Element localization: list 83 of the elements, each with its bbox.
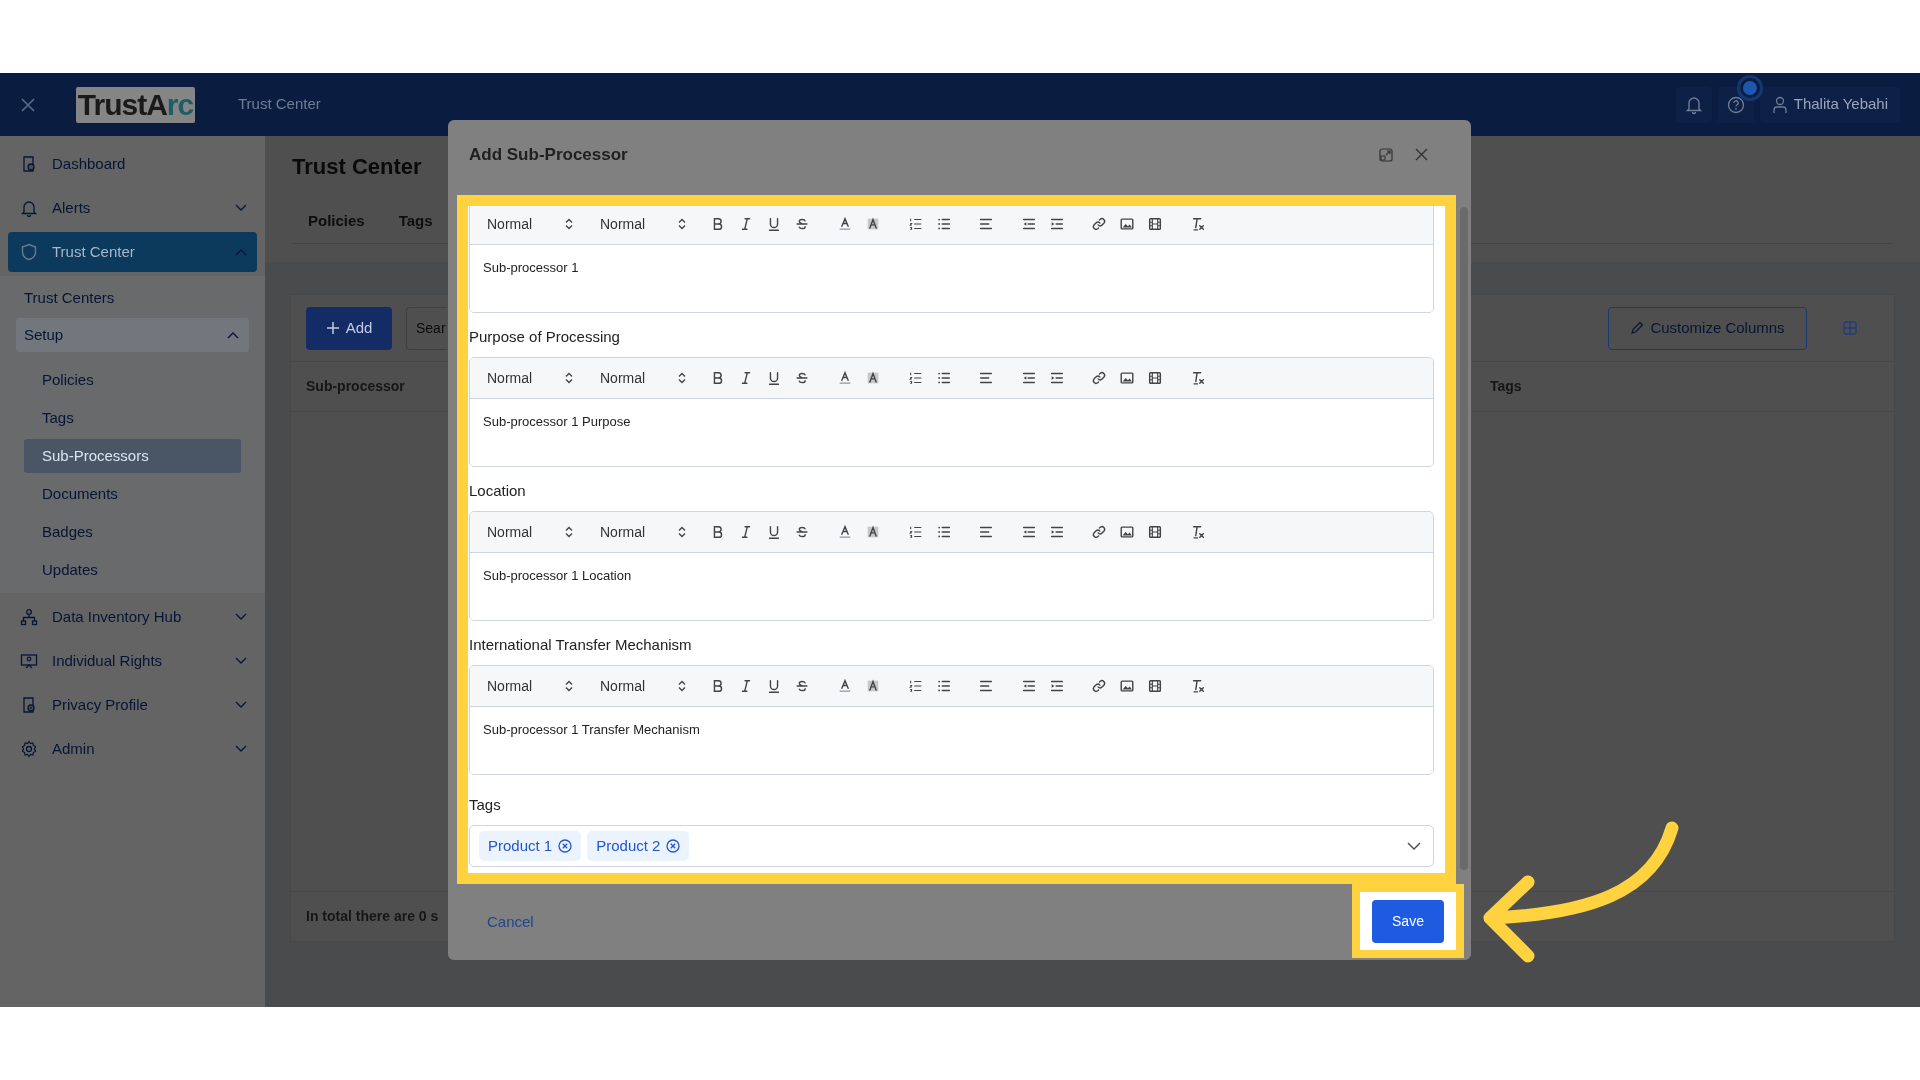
rich-text-editor[interactable]: Normal Normal Sub-processor 1 bbox=[469, 206, 1434, 313]
sidebar-item[interactable]: Documents bbox=[24, 477, 241, 511]
sort-arrows-icon bbox=[678, 526, 686, 538]
format-select[interactable]: Normal bbox=[487, 213, 573, 235]
tag-chip[interactable]: Product 2 bbox=[587, 831, 690, 861]
sidebar-item[interactable]: Trust Center bbox=[8, 232, 257, 272]
format-select[interactable]: Normal bbox=[487, 675, 573, 697]
sort-arrows-icon bbox=[565, 372, 573, 384]
click-indicator bbox=[1737, 75, 1763, 101]
bell-icon bbox=[1684, 94, 1703, 115]
sidebar-item[interactable]: Admin bbox=[8, 729, 257, 769]
editor-text: Sub-processor 1 Transfer Mechanism bbox=[483, 722, 700, 737]
gear-icon bbox=[20, 740, 38, 758]
shield-icon bbox=[20, 243, 38, 261]
rich-text-editor[interactable]: Normal Normal Sub-processor 1 Purpose bbox=[469, 357, 1434, 467]
editor-text: Sub-processor 1 bbox=[483, 260, 579, 275]
chevron-down-icon[interactable] bbox=[235, 701, 247, 709]
format-select[interactable]: Normal bbox=[600, 675, 686, 697]
user-icon bbox=[1771, 95, 1788, 114]
sidebar-item[interactable]: Sub-Processors bbox=[24, 439, 241, 473]
column-header: Tags bbox=[1490, 378, 1522, 394]
chevron-down-icon[interactable] bbox=[235, 657, 247, 665]
table-summary: In total there are 0 s bbox=[306, 907, 439, 926]
sidebar-item[interactable]: Privacy Profile bbox=[8, 685, 257, 725]
sidebar-item[interactable]: Data Inventory Hub bbox=[8, 597, 257, 637]
editor-text: Sub-processor 1 Purpose bbox=[483, 414, 631, 429]
hierarchy-icon bbox=[20, 608, 38, 626]
sort-arrows-icon bbox=[678, 372, 686, 384]
sort-arrows-icon bbox=[678, 680, 686, 692]
notifications-button[interactable] bbox=[1675, 86, 1712, 123]
help-button[interactable] bbox=[1717, 86, 1754, 123]
sort-arrows-icon bbox=[565, 680, 573, 692]
sidebar-item[interactable]: Updates bbox=[24, 553, 241, 587]
dialog-title: Add Sub-Processor bbox=[469, 143, 628, 166]
close-icon[interactable] bbox=[1415, 148, 1428, 161]
chevron-up-icon[interactable] bbox=[227, 331, 239, 339]
remove-icon[interactable] bbox=[666, 839, 681, 853]
format-select[interactable]: Normal bbox=[600, 367, 686, 389]
bell-icon bbox=[20, 199, 38, 217]
tags-select[interactable]: Product 1 Product 2 bbox=[469, 825, 1434, 867]
remove-icon[interactable] bbox=[558, 839, 573, 853]
tag-chip[interactable]: Product 1 bbox=[479, 831, 582, 861]
chevron-down-icon[interactable] bbox=[1407, 842, 1421, 850]
sort-arrows-icon bbox=[678, 218, 686, 230]
rich-text-editor[interactable]: Normal Normal Sub-processor 1 Transfer Mechanism bbox=[469, 665, 1434, 775]
editor-text: Sub-processor 1 Location bbox=[483, 568, 632, 583]
sidebar-item[interactable]: Individual Rights bbox=[8, 641, 257, 681]
chevron-down-icon[interactable] bbox=[235, 745, 247, 753]
format-select[interactable]: Normal bbox=[600, 521, 686, 543]
dashboard-icon bbox=[20, 155, 38, 173]
field-label: International Transfer Mechanism bbox=[469, 636, 693, 654]
pencil-icon bbox=[1630, 321, 1645, 335]
rich-text-editor[interactable]: Normal Normal Sub-processor 1 Location bbox=[469, 511, 1434, 621]
add-button[interactable]: Add bbox=[306, 306, 392, 350]
help-icon bbox=[1726, 95, 1745, 114]
format-select[interactable]: Normal bbox=[600, 213, 686, 235]
sort-arrows-icon bbox=[565, 526, 573, 538]
close-icon[interactable] bbox=[20, 96, 36, 113]
sort-arrows-icon bbox=[565, 218, 573, 230]
app-title: Trust Center bbox=[238, 94, 321, 115]
monitor-person-icon bbox=[20, 652, 38, 670]
document-icon bbox=[20, 696, 38, 714]
chevron-down-icon[interactable] bbox=[235, 613, 247, 621]
expand-icon[interactable] bbox=[1379, 147, 1393, 162]
sidebar-item[interactable]: Badges bbox=[24, 515, 241, 549]
page-title: Trust Center bbox=[292, 154, 422, 179]
sidebar-item[interactable]: Policies bbox=[24, 363, 241, 397]
sidebar-item[interactable]: Dashboard bbox=[8, 144, 257, 184]
sidebar-item[interactable]: Tags bbox=[24, 401, 241, 435]
sidebar-item[interactable]: Alerts bbox=[8, 188, 257, 228]
sidebar-item[interactable]: Setup bbox=[16, 318, 249, 352]
plus-icon bbox=[325, 321, 340, 335]
field-label: Tags bbox=[469, 796, 502, 814]
logo: TrustArc bbox=[76, 86, 195, 123]
save-button[interactable]: Save bbox=[1372, 899, 1444, 943]
sidebar-item[interactable]: Trust Centers bbox=[16, 278, 249, 318]
field-label: Purpose of Processing bbox=[469, 328, 621, 346]
chevron-down-icon[interactable] bbox=[235, 204, 247, 212]
format-select[interactable]: Normal bbox=[487, 521, 573, 543]
field-label: Location bbox=[469, 482, 527, 500]
column-header: Sub-processor bbox=[306, 378, 405, 394]
user-menu[interactable]: Thalita Yebahi bbox=[1759, 86, 1900, 123]
format-select[interactable]: Normal bbox=[487, 367, 573, 389]
